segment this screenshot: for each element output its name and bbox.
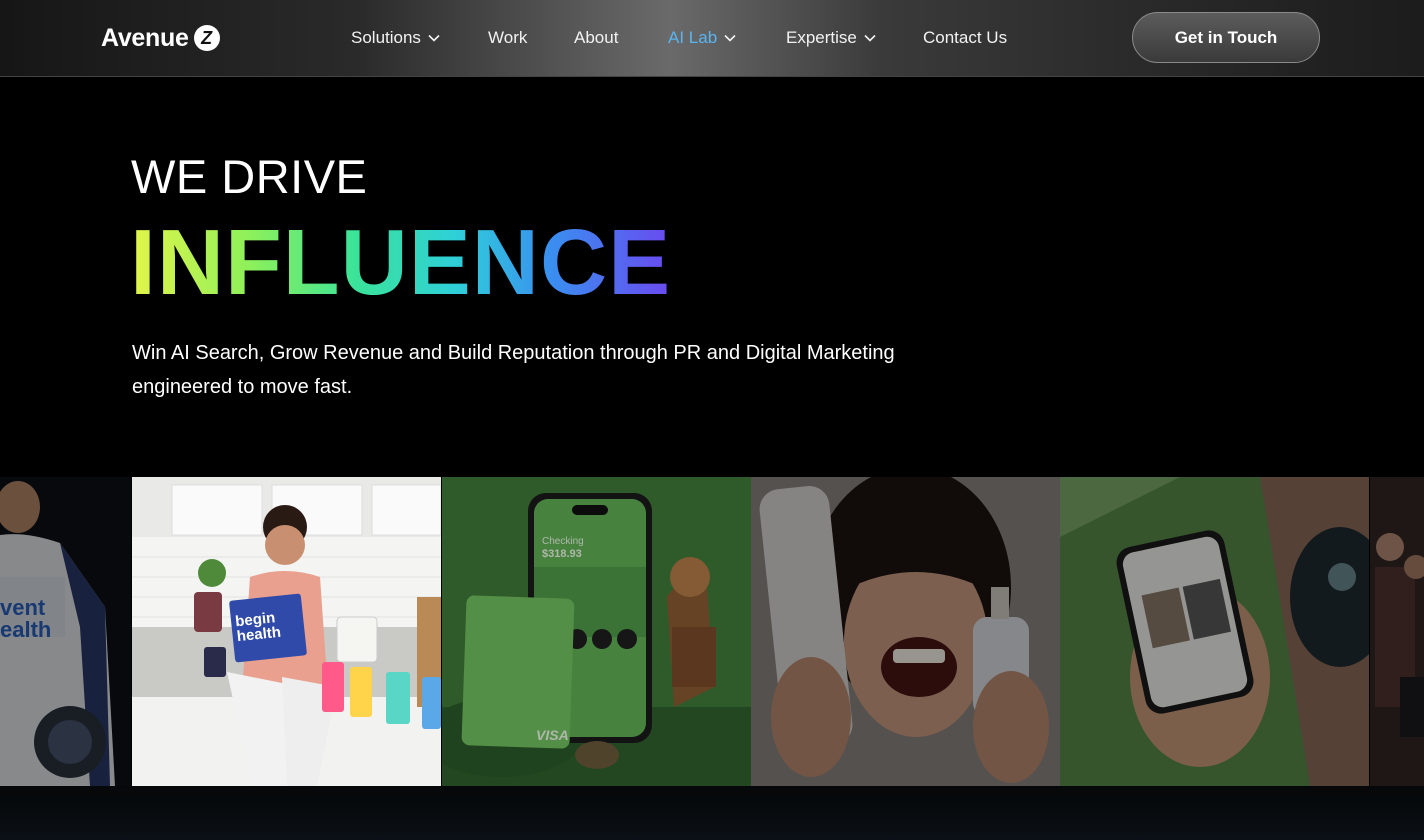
get-in-touch-button[interactable]: Get in Touch: [1132, 12, 1320, 63]
child-kitchen-photo[interactable]: begin health: [132, 477, 441, 786]
product-label: begin health: [234, 609, 281, 645]
chevron-down-icon: [428, 34, 440, 42]
case-study-gallery: vent ealth begin health Checking $318.93…: [0, 477, 1424, 786]
smiling-woman-skincare-photo[interactable]: [751, 477, 1060, 786]
tile-dim-overlay: [751, 477, 1060, 786]
crowd-photo[interactable]: [1370, 477, 1424, 786]
nav-item-contact-us[interactable]: Contact Us: [923, 26, 1007, 50]
nav-item-ai-lab[interactable]: AI Lab: [668, 26, 736, 50]
nav-item-expertise[interactable]: Expertise: [786, 26, 876, 50]
hero-title: INFLUENCE: [130, 210, 672, 314]
tile-dim-overlay: [442, 477, 751, 786]
nav-item-label: Contact Us: [923, 28, 1008, 47]
phone-app-outdoor-photo[interactable]: [1060, 477, 1369, 786]
nav-item-work[interactable]: Work: [488, 26, 527, 50]
chevron-down-icon: [724, 34, 736, 42]
chevron-down-icon: [864, 34, 876, 42]
nav-item-label: About: [574, 28, 619, 47]
nav-item-label: Expertise: [786, 28, 857, 47]
hero-kicker: WE DRIVE: [131, 150, 368, 203]
nav-item-solutions[interactable]: Solutions: [351, 26, 440, 50]
hero-subtitle-line-2: engineered to move fast.: [132, 376, 353, 398]
nav-item-label: AI Lab: [668, 28, 718, 47]
nav-item-label: Work: [488, 28, 528, 47]
racing-driver-photo[interactable]: vent ealth: [0, 477, 131, 786]
tile-dim-overlay: [1060, 477, 1369, 786]
banking-app-photo[interactable]: Checking $318.93 VISA: [442, 477, 751, 786]
hero-subtitle: Win AI Search, Grow Revenue and Build Re…: [132, 336, 952, 404]
hero-subtitle-line-1: Win AI Search, Grow Revenue and Build Re…: [132, 342, 895, 364]
tile-dim-overlay: [0, 477, 131, 786]
nav-item-label: Solutions: [351, 28, 421, 47]
nav-item-about[interactable]: About: [574, 26, 618, 50]
tile-dim-overlay: [1370, 477, 1424, 786]
top-nav-bar: Avenue Z Solutions Work About AI Lab Exp…: [0, 0, 1424, 77]
section-bottom-band: [0, 786, 1424, 840]
